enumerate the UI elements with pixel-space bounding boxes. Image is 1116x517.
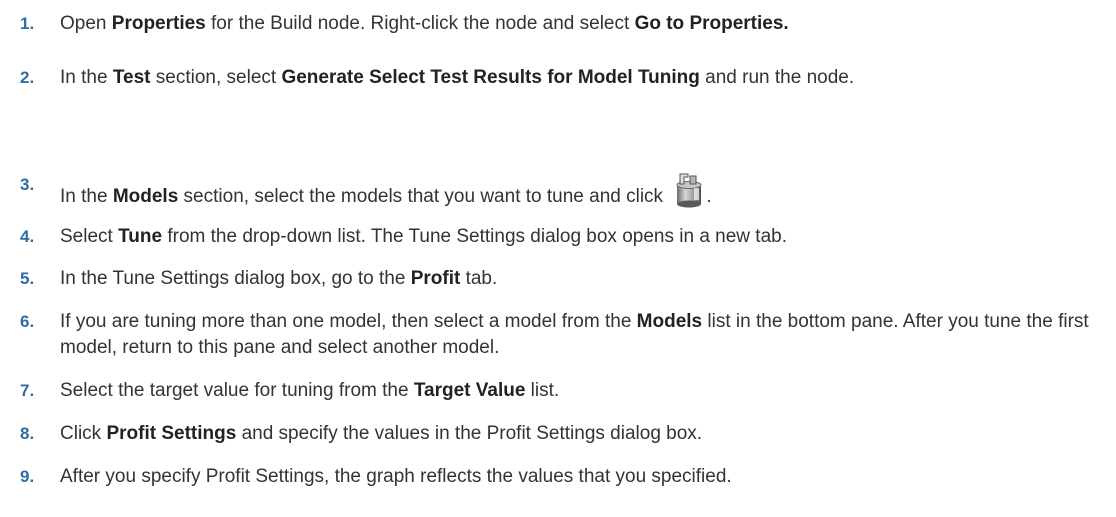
- step-text: Click Profit Settings and specify the va…: [60, 423, 703, 444]
- step-text: Select the target value for tuning from …: [60, 380, 560, 401]
- step-1: 1. Open Properties for the Build node. R…: [20, 11, 1110, 37]
- step-text: Open Properties for the Build node. Righ…: [60, 13, 789, 34]
- tune-models-icon: [670, 172, 706, 216]
- step-6: 6. If you are tuning more than one model…: [20, 309, 1110, 361]
- step-text: After you specify Profit Settings, the g…: [60, 466, 732, 487]
- step-number: 9.: [20, 467, 35, 486]
- step-text: In the Models section, select the models…: [20, 172, 1110, 216]
- step-number: 8.: [20, 424, 35, 443]
- step-number: 7.: [20, 381, 35, 400]
- step-7: 7. Select the target value for tuning fr…: [20, 378, 1110, 404]
- step-number: 6.: [20, 312, 35, 331]
- step-text: In the Tune Settings dialog box, go to t…: [60, 268, 498, 289]
- step-8: 8. Click Profit Settings and specify the…: [20, 421, 1110, 447]
- step-4: 4. Select Tune from the drop-down list. …: [20, 224, 1110, 250]
- step-text: If you are tuning more than one model, t…: [60, 311, 1089, 358]
- step-text: In the Test section, select Generate Sel…: [60, 67, 855, 88]
- step-number: 1.: [20, 14, 35, 33]
- step-number: 5.: [20, 269, 35, 288]
- step-text: Select Tune from the drop-down list. The…: [60, 226, 787, 247]
- step-number: 4.: [20, 227, 35, 246]
- step-number: 3.: [20, 175, 35, 194]
- step-9: 9. After you specify Profit Settings, th…: [20, 464, 1110, 490]
- step-5: 5. In the Tune Settings dialog box, go t…: [20, 266, 1110, 292]
- step-number: 2.: [20, 68, 35, 87]
- step-2: 2. In the Test section, select Generate …: [20, 65, 1110, 91]
- step-3: 3. In the Models section, select the mod…: [20, 172, 1110, 216]
